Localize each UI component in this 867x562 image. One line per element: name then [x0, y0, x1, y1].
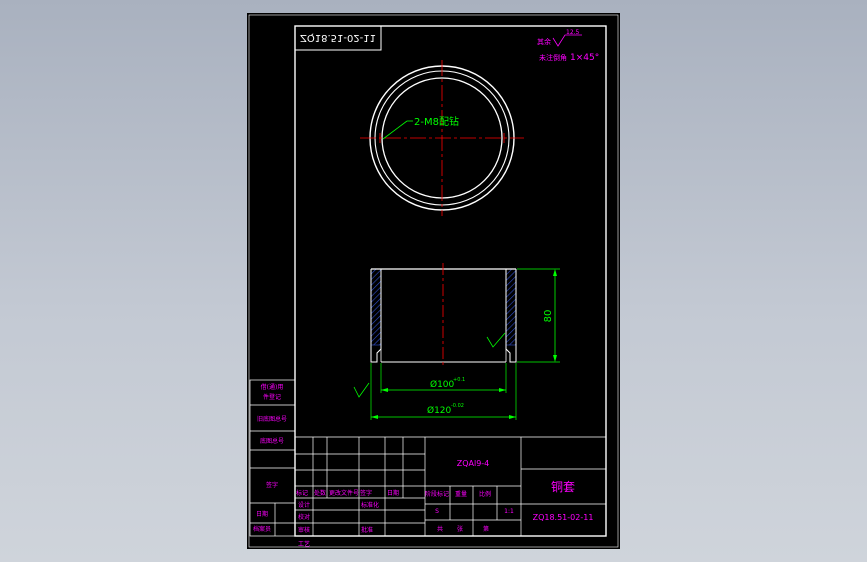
title-design: 设计	[298, 501, 310, 509]
title-signature: 签字	[360, 489, 372, 497]
title-process: 工艺	[298, 540, 310, 548]
right-wall-hatch	[505, 268, 517, 346]
sheet-total: 共	[437, 525, 443, 533]
mirrored-code: ZQ18.51-02-11	[300, 32, 376, 43]
inner-frame	[294, 25, 607, 537]
title-standard: 标准化	[361, 501, 379, 509]
thread-callout: 2-M8配钻	[414, 115, 459, 128]
outer-dim-tol: -0.02	[451, 403, 464, 409]
strip-item-2: 件登记	[263, 393, 281, 401]
title-approve: 批准	[361, 526, 373, 534]
outer-dim: Ø120	[427, 405, 452, 416]
height-dim: 80	[543, 310, 554, 323]
title-date: 日期	[387, 489, 399, 497]
stage-mark-label: 阶段标记	[425, 490, 449, 498]
scale-label: 比例	[479, 490, 491, 498]
strip-item-1: 借(通)用	[261, 383, 284, 391]
title-check: 校对	[298, 513, 310, 521]
left-wall-hatch	[370, 268, 382, 346]
material: ZQAl9-4	[457, 459, 490, 468]
drawing-sheet: ZQ18.51-02-11 其余 12.5 未注倒角 1×45° 2-M8配钻	[247, 13, 620, 549]
arrow-up-icon	[553, 269, 557, 276]
weight-label: 重量	[455, 490, 467, 498]
roughness-icon	[486, 332, 506, 348]
scale-value: 1:1	[504, 508, 514, 515]
roughness-label: 其余	[537, 37, 551, 46]
sheet-no: 第	[483, 525, 489, 533]
strip-item-4: 底图总号	[260, 437, 284, 445]
thread-leader	[382, 120, 408, 140]
title-mark: 标记	[296, 489, 308, 497]
arrow-right-icon	[509, 415, 516, 419]
section-view: 80 Ø100 +0.1 Ø120 -0.02	[353, 263, 560, 420]
title-count: 处数	[314, 489, 326, 497]
engineering-drawing: ZQ18.51-02-11 其余 12.5 未注倒角 1×45° 2-M8配钻	[248, 14, 619, 548]
chamfer-label: 未注倒角	[539, 53, 567, 62]
top-view: 2-M8配钻	[360, 60, 524, 216]
title-change-doc: 更改文件号	[329, 489, 359, 497]
roughness-icon	[353, 382, 370, 398]
stage-value: S	[435, 508, 439, 515]
arrow-left-icon	[371, 415, 378, 419]
left-strip: 借(通)用 件登记 旧底图总号 底图总号 签字 日期 档案员	[249, 379, 296, 537]
arrow-left-icon	[381, 388, 388, 392]
inner-dim: Ø100	[430, 379, 455, 390]
strip-item-5: 签字	[266, 481, 278, 489]
outer-border	[248, 14, 619, 548]
arrow-right-icon	[499, 388, 506, 392]
sheet-count: 张	[457, 525, 463, 533]
strip-item-7: 档案员	[253, 525, 271, 533]
inner-dim-tol: +0.1	[453, 377, 465, 383]
strip-item-6: 日期	[256, 510, 268, 518]
arrow-down-icon	[553, 355, 557, 362]
drawing-number: ZQ18.51-02-11	[533, 513, 594, 522]
roughness-icon	[552, 34, 582, 47]
part-name: 铜套	[551, 479, 575, 494]
title-audit: 审核	[298, 526, 310, 534]
chamfer-value: 1×45°	[570, 53, 599, 63]
roughness-value: 12.5	[566, 29, 580, 36]
strip-item-3: 旧底图总号	[257, 415, 287, 423]
